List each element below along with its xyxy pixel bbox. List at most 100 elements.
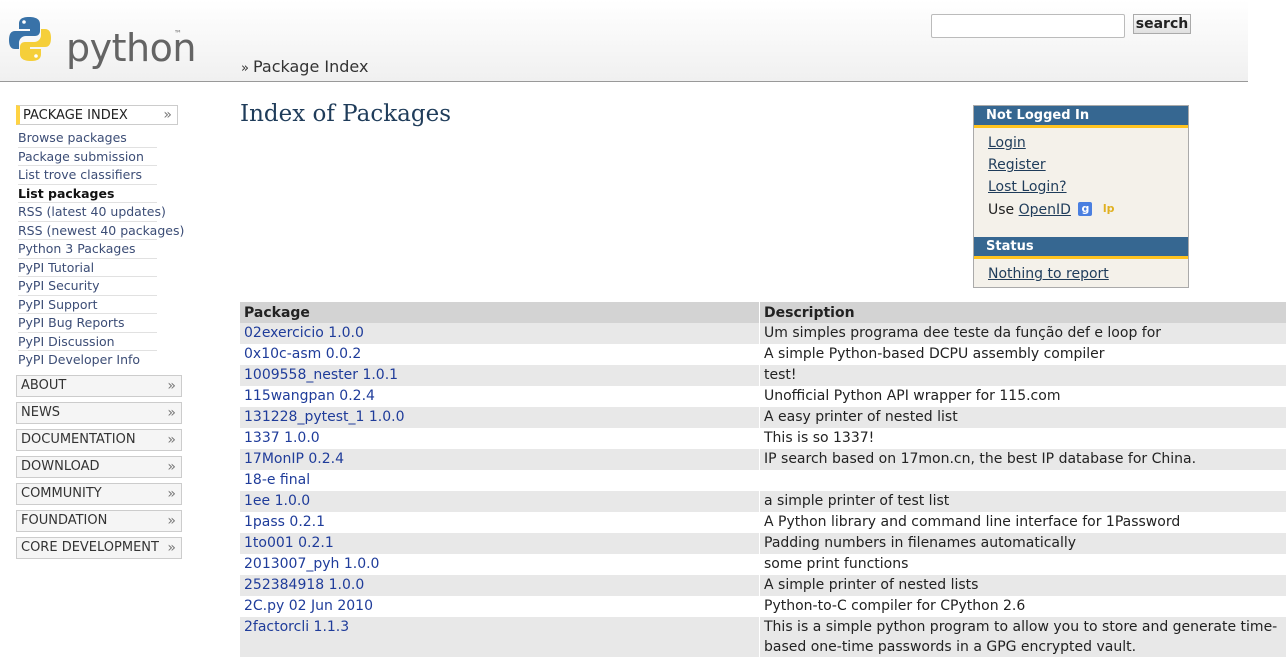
breadcrumb: » Package Index (241, 57, 368, 76)
package-cell: 1ee 1.0.0 (240, 491, 760, 512)
google-openid-icon[interactable]: g (1078, 202, 1093, 216)
sidebar-item-pypi-discussion[interactable]: PyPI Discussion (18, 333, 157, 351)
description-cell: Um simples programa dee teste da função … (759, 323, 1286, 344)
sidebar-item-pypi-developer-info[interactable]: PyPI Developer Info (18, 351, 157, 369)
menu-label: COMMUNITY (21, 485, 102, 501)
package-cell: 252384918 1.0.0 (240, 575, 760, 596)
python-snake-icon (9, 17, 51, 61)
breadcrumb-separator: » (241, 61, 249, 76)
description-cell: Python-to-C compiler for CPython 2.6 (759, 596, 1286, 617)
package-link[interactable]: 252384918 1.0.0 (244, 577, 364, 593)
table-header-row: Package Description (240, 302, 1286, 323)
table-row: 1pass 0.2.1 A Python library and command … (240, 512, 1286, 533)
table-row: 1to001 0.2.1 Padding numbers in filenames… (240, 533, 1286, 554)
package-cell: 2C.py 02 Jun 2010 (240, 596, 760, 617)
sidebar-section-package-index[interactable]: PACKAGE INDEX » (16, 105, 178, 125)
sidebar-item-pypi-security[interactable]: PyPI Security (18, 277, 157, 296)
sidebar-item-pypi-tutorial[interactable]: PyPI Tutorial (18, 259, 157, 277)
table-row: 1337 1.0.0 This is so 1337! (240, 428, 1286, 449)
table-row: 131228_pytest_1 1.0.0 A easy printer of n… (240, 407, 1286, 428)
description-cell: Unofficial Python API wrapper for 115.co… (759, 386, 1286, 407)
use-label: Use (988, 202, 1015, 218)
sidebar-item-rss-latest[interactable]: RSS (latest 40 updates) (18, 203, 166, 222)
openid-link[interactable]: OpenID (1019, 202, 1071, 218)
table-row: 2C.py 02 Jun 2010 Python-to-C compiler fo… (240, 596, 1286, 617)
table-row: 17MonIP 0.2.4 IP search based on 17mon.cn… (240, 449, 1286, 470)
package-link[interactable]: 115wangpan 0.2.4 (244, 388, 375, 404)
description-cell: This is a simple python program to allow… (759, 617, 1286, 657)
package-cell: 1pass 0.2.1 (240, 512, 760, 533)
python-logo[interactable]: python ™ (9, 14, 196, 70)
sidebar-item-rss-newest[interactable]: RSS (newest 40 packages) (18, 222, 184, 240)
package-link[interactable]: 1009558_nester 1.0.1 (244, 367, 398, 383)
menu-label: FOUNDATION (21, 512, 108, 528)
sidebar-item-browse-packages[interactable]: Browse packages (18, 129, 157, 148)
sidebar-item-package-submission[interactable]: Package submission (18, 148, 157, 166)
package-cell: 1337 1.0.0 (240, 428, 760, 449)
site-header: python ™ search » Package Index (0, 0, 1248, 82)
register-link[interactable]: Register (988, 154, 1188, 176)
package-cell: 02exercicio 1.0.0 (240, 323, 760, 344)
package-cell: 17MonIP 0.2.4 (240, 449, 760, 470)
package-link[interactable]: 1337 1.0.0 (244, 430, 320, 446)
menu-download[interactable]: DOWNLOAD » (16, 455, 182, 478)
status-body: Nothing to report (974, 259, 1188, 289)
sidebar-item-pypi-bug-reports[interactable]: PyPI Bug Reports (18, 314, 157, 333)
column-header-description: Description (759, 302, 1286, 323)
package-link[interactable]: 2C.py 02 Jun 2010 (244, 598, 373, 614)
description-cell: A simple printer of nested lists (759, 575, 1286, 596)
menu-documentation[interactable]: DOCUMENTATION » (16, 428, 182, 451)
package-link[interactable]: 2013007_pyh 1.0.0 (244, 556, 379, 572)
chevron-right-icon: » (167, 485, 176, 502)
menu-news[interactable]: NEWS » (16, 401, 182, 424)
menu-label: ABOUT (21, 377, 67, 393)
description-cell: A simple Python-based DCPU assembly comp… (759, 344, 1286, 365)
table-row: 252384918 1.0.0 A simple printer of neste… (240, 575, 1286, 596)
menu-label: DOWNLOAD (21, 458, 100, 474)
package-link[interactable]: 18-e final (244, 472, 310, 488)
chevron-right-icon: » (167, 539, 176, 556)
package-link[interactable]: 0x10c-asm 0.0.2 (244, 346, 361, 362)
search-button[interactable]: search (1133, 14, 1191, 34)
package-cell: 1to001 0.2.1 (240, 533, 760, 554)
login-link[interactable]: Login (988, 132, 1188, 154)
sidebar-item-list-packages[interactable]: List packages (18, 185, 157, 203)
package-link[interactable]: 1pass 0.2.1 (244, 514, 325, 530)
menu-core-development[interactable]: CORE DEVELOPMENT » (16, 536, 182, 559)
description-cell (759, 470, 1286, 491)
openid-row: Use OpenID g lp (988, 198, 1188, 220)
breadcrumb-package-index[interactable]: Package Index (253, 57, 368, 76)
package-link[interactable]: 131228_pytest_1 1.0.0 (244, 409, 404, 425)
table-row: 02exercicio 1.0.0 Um simples programa dee… (240, 323, 1286, 344)
chevron-right-icon: » (167, 431, 176, 448)
package-link[interactable]: 2factorcli 1.1.3 (244, 619, 349, 635)
package-cell: 0x10c-asm 0.0.2 (240, 344, 760, 365)
package-cell: 18-e final (240, 470, 760, 491)
sidebar-item-list-trove-classifiers[interactable]: List trove classifiers (18, 166, 157, 185)
search-input[interactable] (931, 14, 1125, 38)
package-link[interactable]: 1to001 0.2.1 (244, 535, 334, 551)
packages-table: Package Description 02exercicio 1.0.0 Um … (240, 302, 1286, 657)
menu-about[interactable]: ABOUT » (16, 374, 182, 397)
lost-login-link[interactable]: Lost Login? (988, 176, 1188, 198)
login-box-body: Login Register Lost Login? Use OpenID g … (974, 128, 1188, 224)
description-cell: test! (759, 365, 1286, 386)
menu-community[interactable]: COMMUNITY » (16, 482, 182, 505)
table-row: 1009558_nester 1.0.1 test! (240, 365, 1286, 386)
description-cell: Padding numbers in filenames automatical… (759, 533, 1286, 554)
package-link[interactable]: 17MonIP 0.2.4 (244, 451, 344, 467)
table-row: 18-e final (240, 470, 1286, 491)
menu-foundation[interactable]: FOUNDATION » (16, 509, 182, 532)
status-link[interactable]: Nothing to report (988, 263, 1188, 285)
description-cell: A Python library and command line interf… (759, 512, 1286, 533)
sidebar: PACKAGE INDEX » Browse packages Package … (16, 105, 184, 564)
package-link[interactable]: 1ee 1.0.0 (244, 493, 310, 509)
description-cell: This is so 1337! (759, 428, 1286, 449)
table-row: 0x10c-asm 0.0.2 A simple Python-based DCP… (240, 344, 1286, 365)
package-cell: 2013007_pyh 1.0.0 (240, 554, 760, 575)
package-link[interactable]: 02exercicio 1.0.0 (244, 325, 364, 341)
sidebar-item-python3-packages[interactable]: Python 3 Packages (18, 240, 157, 259)
sidebar-item-pypi-support[interactable]: PyPI Support (18, 296, 157, 314)
launchpad-openid-icon[interactable]: lp (1103, 198, 1115, 220)
chevron-right-icon: » (167, 458, 176, 475)
